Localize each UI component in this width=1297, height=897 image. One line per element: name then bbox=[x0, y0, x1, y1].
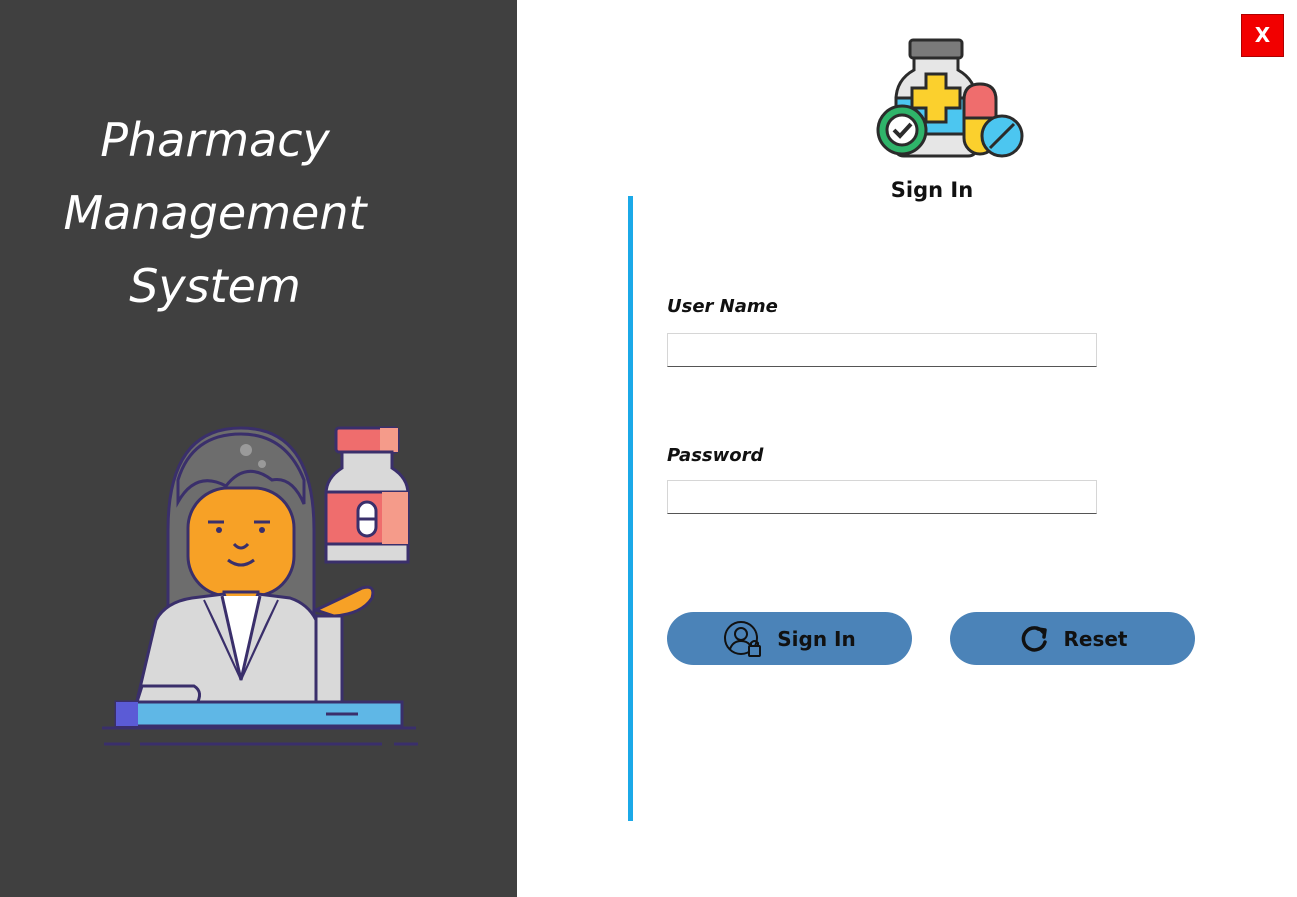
username-input[interactable] bbox=[667, 333, 1097, 367]
sign-in-button[interactable]: Sign In bbox=[667, 612, 912, 665]
user-lock-icon bbox=[724, 620, 762, 657]
pharmacist-illustration bbox=[102, 426, 418, 746]
refresh-icon bbox=[1021, 625, 1047, 652]
app-title-line-1: Pharmacy bbox=[100, 113, 330, 167]
accent-divider bbox=[628, 196, 633, 821]
form-heading: Sign In bbox=[890, 178, 974, 202]
password-input[interactable] bbox=[667, 480, 1097, 514]
sign-in-button-label: Sign In bbox=[777, 626, 856, 651]
app-title-line-3: System bbox=[129, 259, 301, 313]
branding-panel: Pharmacy Management System bbox=[0, 0, 517, 897]
app-title: Pharmacy Management System bbox=[0, 104, 430, 323]
app-title-line-2: Management bbox=[63, 186, 367, 240]
reset-button[interactable]: Reset bbox=[950, 612, 1195, 665]
username-label: User Name bbox=[667, 296, 778, 317]
medicine-bottle-pills-icon bbox=[876, 38, 1024, 158]
reset-button-label: Reset bbox=[1063, 626, 1128, 651]
password-label: Password bbox=[667, 445, 764, 466]
close-button[interactable]: X bbox=[1241, 14, 1284, 57]
